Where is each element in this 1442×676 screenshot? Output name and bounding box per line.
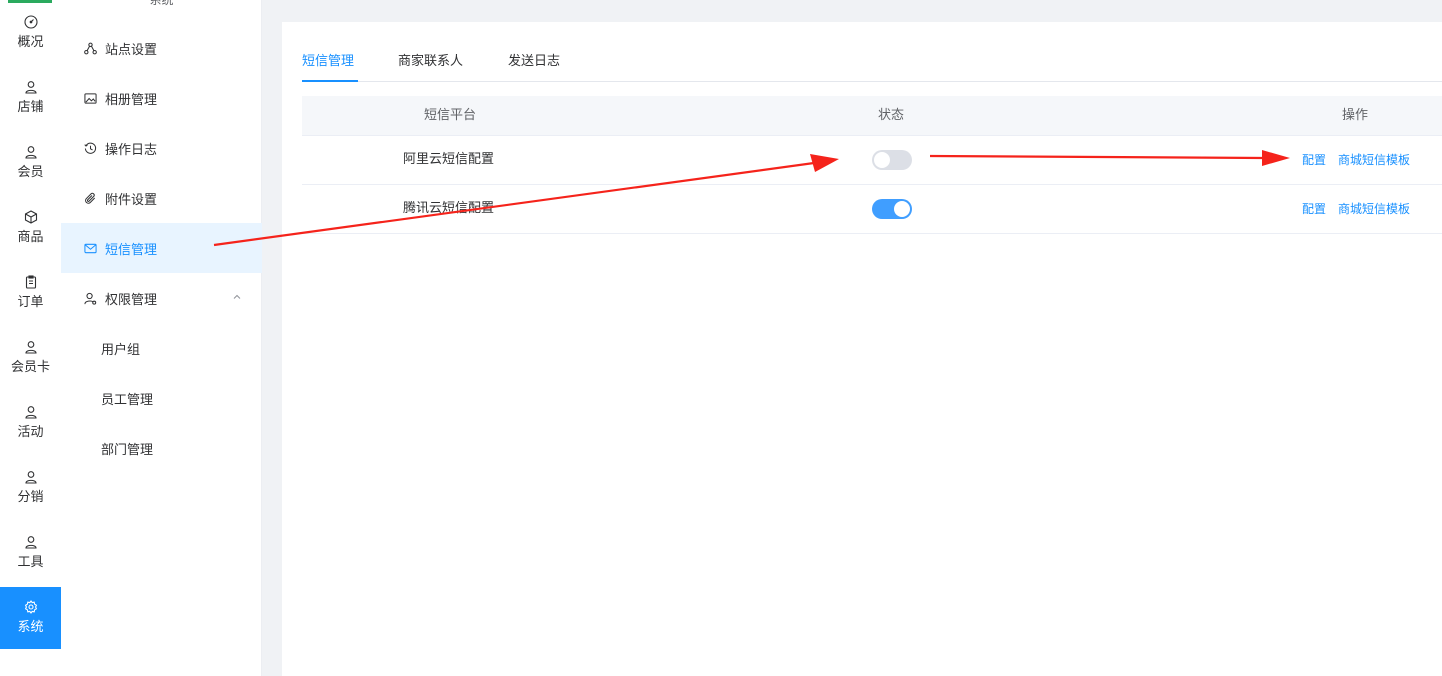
paperclip-icon — [83, 191, 97, 205]
submenu-title: 系统 — [149, 0, 174, 7]
nav-item-label: 店铺 — [17, 100, 44, 115]
secondary-menu: 系统 站点设置 相册管理 操作日志 附件设置 短信管理 权限管理 用户组 员工管… — [61, 0, 262, 676]
platform-name: 阿里云短信配置 — [403, 152, 495, 167]
nav-item-label: 概况 — [17, 35, 44, 50]
column-header-action: 操作 — [1342, 108, 1369, 123]
column-header-platform: 短信平台 — [424, 108, 477, 123]
sitemap-icon — [83, 41, 97, 55]
mail-icon — [83, 241, 97, 255]
platform-name: 腾讯云短信配置 — [403, 201, 495, 216]
dashboard-icon — [23, 14, 39, 30]
submenu-item-album[interactable]: 相册管理 — [61, 73, 262, 123]
nav-item-label: 活动 — [17, 425, 44, 440]
submenu-item-sms[interactable]: 短信管理 — [61, 223, 262, 273]
submenu-item-label: 站点设置 — [105, 42, 158, 58]
submenu-child-department[interactable]: 部门管理 — [61, 423, 262, 473]
user-icon — [23, 79, 39, 95]
toggle-knob — [894, 201, 910, 217]
table-header: 短信平台 状态 操作 — [302, 96, 1442, 136]
tab-sms-management[interactable]: 短信管理 — [302, 52, 354, 82]
table-row: 腾讯云短信配置 配置 商城短信模板 — [302, 185, 1442, 234]
submenu-item-label: 短信管理 — [105, 242, 158, 258]
nav-item-label: 订单 — [17, 295, 44, 310]
nav-item-store[interactable]: 店铺 — [0, 67, 61, 129]
active-tab-indicator — [302, 80, 358, 82]
submenu-item-permissions[interactable]: 权限管理 — [61, 273, 262, 323]
submenu-item-label: 操作日志 — [105, 142, 158, 158]
nav-item-label: 系统 — [17, 620, 44, 635]
tab-bar: 短信管理 商家联系人 发送日志 — [302, 52, 1442, 82]
nav-item-label: 工具 — [17, 555, 44, 570]
submenu-item-label: 附件设置 — [105, 192, 158, 208]
nav-item-members[interactable]: 会员 — [0, 132, 61, 194]
clipboard-icon — [23, 274, 39, 290]
cube-icon — [23, 209, 39, 225]
submenu-item-label: 权限管理 — [105, 292, 158, 308]
gear-icon — [23, 599, 39, 615]
config-link[interactable]: 配置 — [1302, 136, 1326, 184]
nav-item-label: 会员卡 — [10, 360, 50, 375]
submenu-child-staff[interactable]: 员工管理 — [61, 373, 262, 423]
user-icon — [23, 534, 39, 550]
nav-item-activity[interactable]: 活动 — [0, 392, 61, 454]
user-icon — [23, 404, 39, 420]
column-header-status: 状态 — [878, 108, 905, 123]
nav-item-label: 商品 — [17, 230, 44, 245]
nav-item-label: 分销 — [17, 490, 44, 505]
user-icon — [23, 144, 39, 160]
submenu-child-user-group[interactable]: 用户组 — [61, 323, 262, 373]
tab-merchant-contacts[interactable]: 商家联系人 — [398, 52, 463, 82]
primary-sidebar: 概况 店铺 会员 商品 订单 会员卡 活动 分销 工具 系统 — [0, 0, 61, 676]
nav-item-system[interactable]: 系统 — [0, 587, 61, 649]
nav-item-distribution[interactable]: 分销 — [0, 457, 61, 519]
toggle-knob — [874, 152, 890, 168]
nav-item-overview[interactable]: 概况 — [0, 2, 61, 64]
content-panel: 短信管理 商家联系人 发送日志 短信平台 状态 操作 阿里云短信配置 配置 商城… — [282, 22, 1442, 676]
user-icon — [23, 469, 39, 485]
status-toggle[interactable] — [872, 199, 912, 219]
nav-item-label: 会员 — [17, 165, 44, 180]
config-link[interactable]: 配置 — [1302, 185, 1326, 233]
submenu-item-label: 相册管理 — [105, 92, 158, 108]
sms-template-link[interactable]: 商城短信模板 — [1338, 136, 1410, 184]
user-settings-icon — [83, 291, 97, 305]
nav-item-member-card[interactable]: 会员卡 — [0, 327, 61, 389]
sms-template-link[interactable]: 商城短信模板 — [1338, 185, 1410, 233]
nav-item-products[interactable]: 商品 — [0, 197, 61, 259]
status-toggle[interactable] — [872, 150, 912, 170]
history-icon — [83, 141, 97, 155]
chevron-up-icon[interactable] — [232, 292, 242, 302]
user-icon — [23, 339, 39, 355]
submenu-item-site-settings[interactable]: 站点设置 — [61, 23, 262, 73]
image-icon — [83, 91, 97, 105]
nav-item-orders[interactable]: 订单 — [0, 262, 61, 324]
submenu-item-attachment-settings[interactable]: 附件设置 — [61, 173, 262, 223]
tab-send-log[interactable]: 发送日志 — [508, 52, 560, 82]
table-row: 阿里云短信配置 配置 商城短信模板 — [302, 136, 1442, 185]
nav-item-tools[interactable]: 工具 — [0, 522, 61, 584]
submenu-item-operation-log[interactable]: 操作日志 — [61, 123, 262, 173]
